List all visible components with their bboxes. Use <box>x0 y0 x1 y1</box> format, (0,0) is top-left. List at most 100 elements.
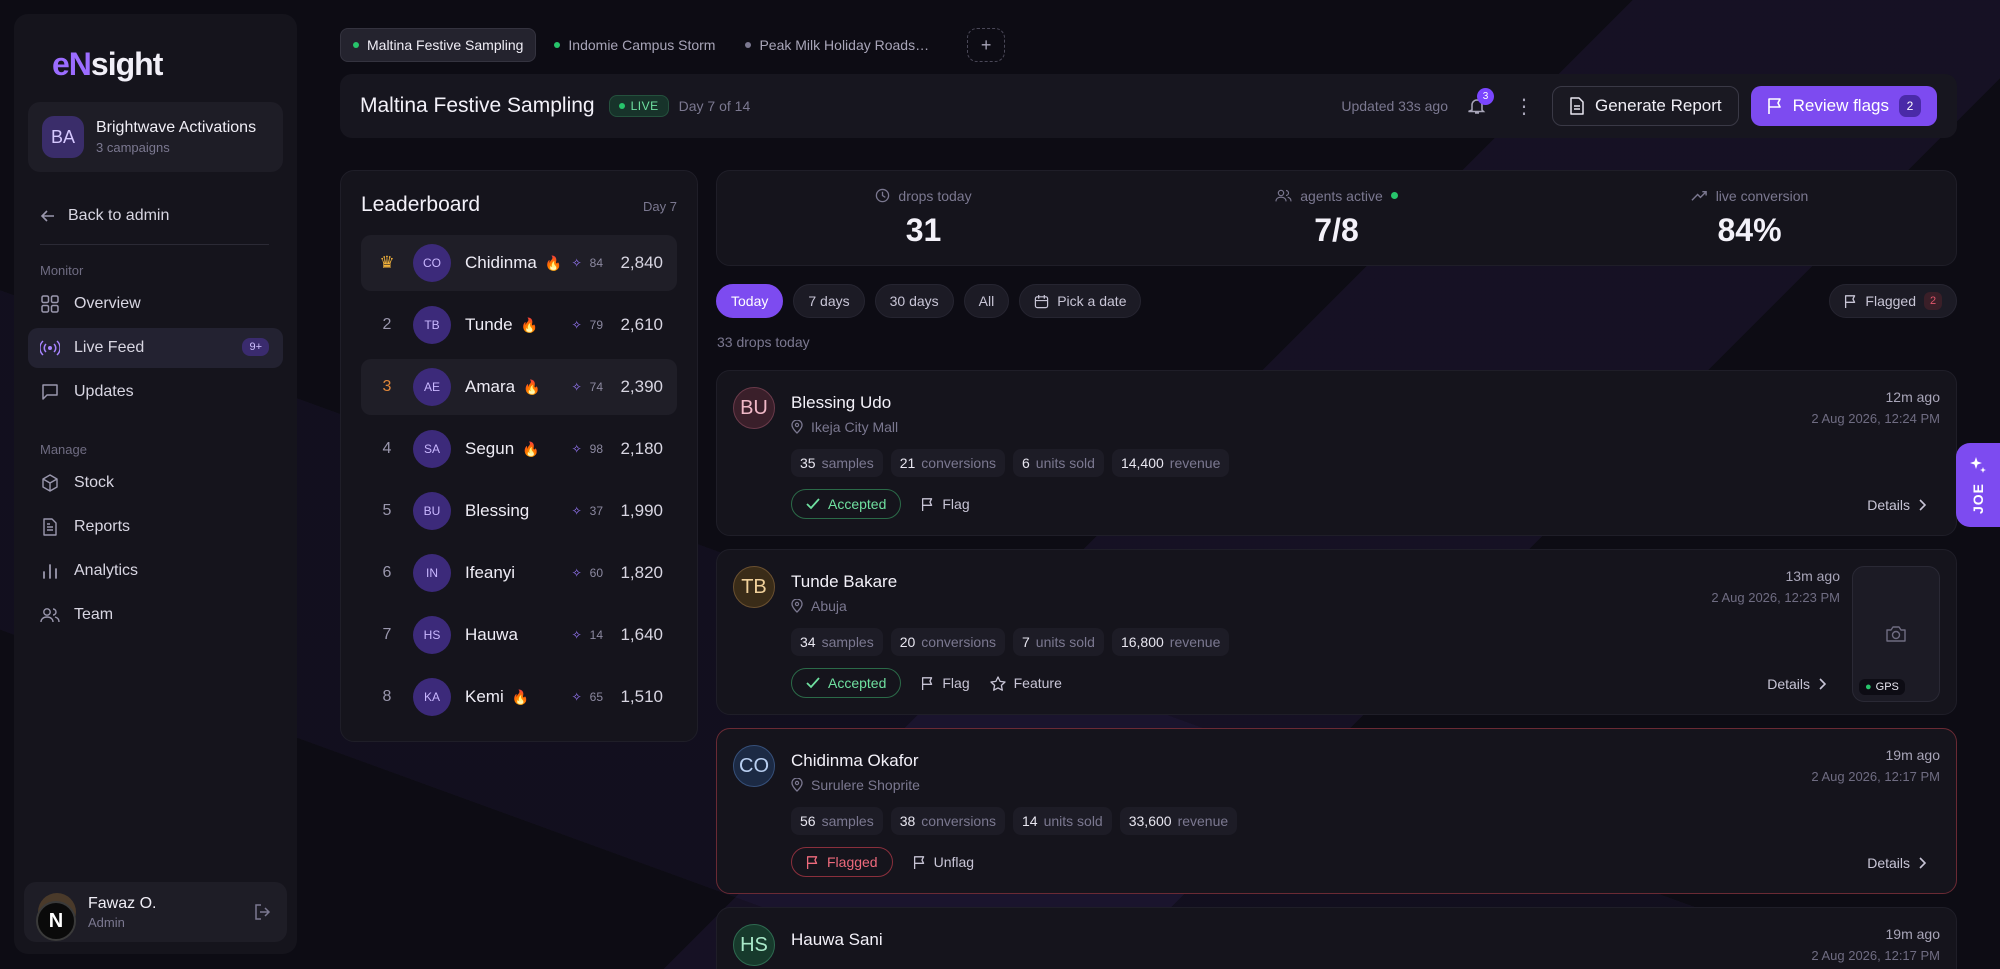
sidebar-item-updates[interactable]: Updates <box>28 372 283 412</box>
filter-7-days[interactable]: 7 days <box>793 284 865 318</box>
photo-thumbnail[interactable]: ● GPS <box>1852 566 1940 702</box>
flagged-count: 2 <box>1924 292 1942 310</box>
sidebar-item-overview[interactable]: Overview <box>28 284 283 324</box>
add-tab-button[interactable]: + <box>967 28 1006 62</box>
filter-all[interactable]: All <box>963 284 1010 318</box>
filter-30-days[interactable]: 30 days <box>874 284 954 318</box>
sidebar-item-live-feed[interactable]: Live Feed 9+ <box>28 328 283 368</box>
unflag-button[interactable]: Unflag <box>913 854 974 870</box>
card-actions: Accepted Flag <box>791 489 970 519</box>
feed-card[interactable]: BU Blessing Udo Ikeja City Mall 12m ago 2… <box>716 370 1957 536</box>
campaign-header: Maltina Festive Sampling LIVE Day 7 of 1… <box>340 74 1957 138</box>
details-label: Details <box>1867 497 1910 513</box>
notifications-button[interactable]: 3 <box>1468 88 1494 115</box>
review-flags-label: Review flags <box>1792 96 1889 115</box>
sidebar-item-team[interactable]: Team <box>28 595 283 635</box>
sparkle-icon: ✧ <box>571 566 582 580</box>
star-icon <box>989 675 1006 691</box>
metric-revenue: 16,800 revenue <box>1111 628 1230 656</box>
card-actions: Flagged Unflag <box>791 847 974 877</box>
review-flags-button[interactable]: Review flags 2 <box>1750 86 1937 126</box>
drops-count-text: 33 drops today <box>717 334 810 350</box>
sparkle-icon: ✧ <box>571 380 582 394</box>
flag-icon <box>913 855 926 870</box>
calendar-icon <box>1034 294 1049 309</box>
details-link[interactable]: Details <box>1867 497 1926 513</box>
notification-count: 3 <box>1476 88 1494 105</box>
tab-label: Maltina Festive Sampling <box>367 37 524 53</box>
metric-units: 7 units sold <box>1013 628 1104 656</box>
agent-name: Blessing <box>465 501 530 520</box>
stat-drops-today: drops today 31 <box>717 171 1130 265</box>
joe-assistant-tab[interactable]: JOE <box>1956 443 2000 527</box>
agent-location: Abuja <box>791 598 847 614</box>
streak-value: 74 <box>589 380 603 394</box>
leaderboard-row[interactable]: 6 IN Ifeanyi ✧ 60 1,820 <box>361 545 677 601</box>
feed-card[interactable]: HS Hauwa Sani 19m ago 2 Aug 2026, 12:17 P… <box>716 907 1957 969</box>
sparkle-icon: ✧ <box>571 318 582 332</box>
leaderboard-row[interactable]: 2 TB Tunde 🔥 ✧ 79 2,610 <box>361 297 677 353</box>
rank-number: 2 <box>382 316 392 333</box>
tab-peak-milk[interactable]: Peak Milk Holiday Roads… <box>733 28 941 62</box>
user-profile-card[interactable]: N Fawaz O. Admin <box>24 882 287 942</box>
gps-badge: ● GPS <box>1859 679 1905 695</box>
score-value: 1,990 <box>620 501 663 520</box>
camera-icon <box>1885 625 1907 643</box>
streak-value: 14 <box>589 628 603 642</box>
agent-location: Ikeja City Mall <box>791 419 898 435</box>
sparkles-icon <box>1968 455 1988 475</box>
score-value: 2,840 <box>620 253 663 272</box>
pick-date-button[interactable]: Pick a date <box>1019 284 1142 318</box>
generate-report-button[interactable]: Generate Report <box>1551 86 1739 126</box>
live-dot <box>353 42 359 48</box>
leaderboard-row[interactable]: 5 BU Blessing ✧ 37 1,990 <box>361 483 677 539</box>
leaderboard-row[interactable]: ♛ CO Chidinma 🔥 ✧ 84 2,840 <box>361 235 677 291</box>
leaderboard-row[interactable]: 3 AE Amara 🔥 ✧ 74 2,390 <box>361 359 677 415</box>
avatar: HS <box>733 924 775 966</box>
leaderboard-row[interactable]: 4 SA Segun 🔥 ✧ 98 2,180 <box>361 421 677 477</box>
details-link[interactable]: Details <box>1767 676 1826 692</box>
logout-icon[interactable] <box>253 902 273 922</box>
flag-icon <box>1844 294 1857 309</box>
flagged-status-badge[interactable]: Flagged <box>791 847 893 877</box>
avatar: HS <box>413 616 451 654</box>
feed-card[interactable]: TB Tunde Bakare Abuja 13m ago 2 Aug 2026,… <box>716 549 1957 715</box>
accepted-status-badge[interactable]: Accepted <box>791 489 902 519</box>
metric-samples: 34 samples <box>791 628 883 656</box>
tab-indomie[interactable]: Indomie Campus Storm <box>542 28 727 62</box>
workspace-switcher[interactable]: BA Brightwave Activations 3 campaigns <box>28 102 283 172</box>
streak-value: 60 <box>589 566 603 580</box>
metric-label: conversions <box>921 455 996 471</box>
accepted-status-badge[interactable]: Accepted <box>791 668 902 698</box>
sidebar-item-reports[interactable]: Reports <box>28 507 283 547</box>
flag-button[interactable]: Flag <box>921 675 970 691</box>
details-link[interactable]: Details <box>1867 855 1926 871</box>
sidebar-item-stock[interactable]: Stock <box>28 463 283 503</box>
feature-button[interactable]: Feature <box>989 675 1062 691</box>
metrics-row: 35 samples 21 conversions 6 units sold 14,4… <box>791 449 1230 477</box>
avatar: TB <box>733 566 775 608</box>
sidebar-item-analytics[interactable]: Analytics <box>28 551 283 591</box>
filter-today[interactable]: Today <box>716 284 784 318</box>
tab-maltina[interactable]: Maltina Festive Sampling <box>340 28 537 62</box>
more-options-icon[interactable]: ⋮ <box>1514 94 1534 119</box>
leaderboard-panel: Leaderboard Day 7 ♛ CO Chidinma 🔥 ✧ 84 2,84… <box>340 170 698 742</box>
agent-name: Kemi <box>465 687 504 706</box>
leaderboard-row[interactable]: 7 HS Hauwa ✧ 14 1,640 <box>361 607 677 663</box>
flagged-filter[interactable]: Flagged 2 <box>1829 284 1957 318</box>
metric-label: samples <box>821 455 874 471</box>
flag-button[interactable]: Flag <box>921 496 970 512</box>
back-to-admin-link[interactable]: Back to admin <box>40 204 283 228</box>
check-icon <box>806 498 820 510</box>
ensight-logo[interactable]: eN sight <box>52 44 283 84</box>
agent-name: Tunde Bakare <box>791 572 898 591</box>
avatar: CO <box>413 244 451 282</box>
avatar: BU <box>413 492 451 530</box>
flame-icon: 🔥 <box>520 316 539 333</box>
feed-card-flagged[interactable]: CO Chidinma Okafor Surulere Shoprite 19m… <box>716 728 1957 894</box>
page-title: Maltina Festive Sampling <box>360 94 595 117</box>
metric-conversions: 20 conversions <box>890 628 1005 656</box>
feature-label: Feature <box>1013 675 1062 691</box>
leaderboard-row[interactable]: 8 KA Kemi 🔥 ✧ 65 1,510 <box>361 669 677 725</box>
score-value: 1,510 <box>620 687 663 706</box>
